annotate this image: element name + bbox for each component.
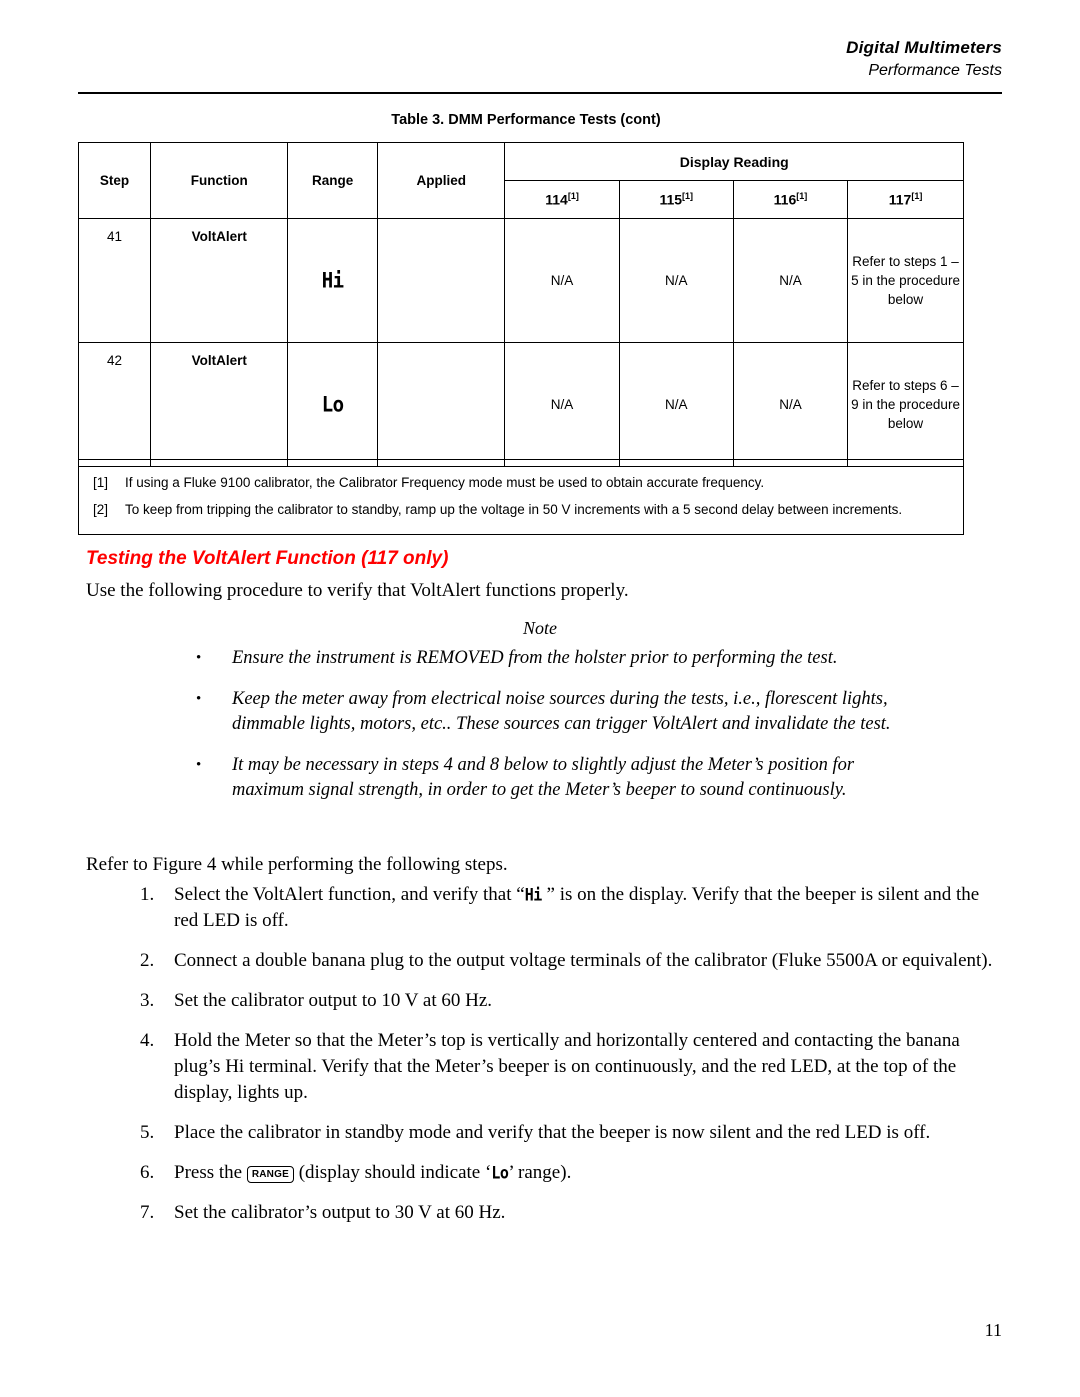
model-label-114: 114 — [545, 191, 568, 208]
step-number: 3. — [140, 990, 155, 1011]
table-footnotes: [1] If using a Fluke 9100 calibrator, th… — [78, 459, 964, 535]
cell-reading-116: N/A — [732, 342, 849, 467]
procedure-step: 4. Hold the Meter so that the Meter’s to… — [140, 1028, 1000, 1106]
cell-reading-115: N/A — [618, 342, 734, 467]
note-bullet-item: • It may be necessary in steps 4 and 8 b… — [196, 753, 896, 803]
step-text: Hold the Meter so that the Meter’s top i… — [174, 1030, 960, 1103]
procedure-step: 2. Connect a double banana plug to the o… — [140, 948, 1000, 974]
step-text-mid: (display should indicate ‘ — [293, 1162, 492, 1183]
cell-reading-117: Refer to steps 6 – 9 in the procedure be… — [847, 342, 964, 467]
footnote-text: To keep from tripping the calibrator to … — [125, 502, 903, 517]
step-text: Connect a double banana plug to the outp… — [174, 950, 993, 971]
page-number: 11 — [984, 1320, 1002, 1340]
model-note-117: [1] — [911, 191, 923, 202]
cell-function: VoltAlert — [150, 218, 289, 343]
model-label-115: 115 — [659, 191, 683, 208]
section-heading: Testing the VoltAlert Function (117 only… — [86, 548, 449, 569]
step-number: 2. — [140, 950, 155, 971]
note-bullet-text: Keep the meter away from electrical nois… — [232, 689, 891, 734]
model-label-117: 117 — [888, 191, 912, 208]
lcd-range-value: Lo — [321, 392, 344, 417]
step-text: Place the calibrator in standby mode and… — [174, 1122, 931, 1143]
procedure-steps-list: 1. Select the VoltAlert function, and ve… — [140, 882, 1000, 1240]
section-intro-paragraph: Use the following procedure to verify th… — [86, 580, 629, 601]
note-bullet-text: Ensure the instrument is REMOVED from th… — [232, 648, 838, 668]
procedure-step: 1. Select the VoltAlert function, and ve… — [140, 882, 1000, 934]
column-header-display-reading: Display Reading — [504, 142, 964, 181]
cell-reading-115: N/A — [618, 218, 734, 343]
model-label-116: 116 — [773, 191, 797, 208]
cell-range: Lo — [287, 342, 378, 467]
procedure-step: 5. Place the calibrator in standby mode … — [140, 1120, 1000, 1146]
step-text: Set the calibrator output to 10 V at 60 … — [174, 990, 493, 1011]
dmm-performance-table: Step Function Range Applied Display Read… — [77, 142, 964, 467]
step-number: 1. — [140, 884, 155, 905]
footnote-item: [1] If using a Fluke 9100 calibrator, th… — [79, 469, 963, 496]
header-subtitle: Performance Tests — [868, 62, 1002, 79]
step-text-before: Select the VoltAlert function, and verif… — [174, 884, 525, 905]
table-body: 41 VoltAlert Hi N/A N/A N/A Refer to ste… — [77, 218, 964, 467]
lcd-hi-glyph: Hi — [524, 885, 543, 905]
lcd-lo-glyph: Lo — [491, 1163, 509, 1183]
header-divider — [78, 92, 1002, 94]
footnote-marker: [2] — [93, 502, 109, 517]
footnote-text: If using a Fluke 9100 calibrator, the Ca… — [125, 475, 765, 490]
cell-reading-116: N/A — [732, 218, 849, 343]
step-text-after: ’ range). — [508, 1162, 572, 1183]
model-note-115: [1] — [682, 191, 694, 202]
cell-reading-114: N/A — [504, 218, 620, 343]
model-note-116: [1] — [796, 191, 808, 202]
column-header-step: Step — [77, 142, 152, 219]
column-header-range: Range — [287, 142, 378, 219]
cell-applied — [376, 342, 506, 467]
column-header-model-114: 114[1] — [504, 180, 620, 219]
lcd-range-value: Hi — [321, 268, 344, 293]
table-caption: Table 3. DMM Performance Tests (cont) — [391, 112, 661, 128]
note-bullet-item: • Keep the meter away from electrical no… — [196, 687, 896, 737]
step-number: 6. — [140, 1162, 155, 1183]
table-row: 42 VoltAlert Lo N/A N/A N/A Refer to ste… — [77, 342, 964, 467]
bullet-icon: • — [196, 757, 202, 773]
cell-range: Hi — [287, 218, 378, 343]
bullet-icon: • — [196, 650, 202, 666]
model-note-114: [1] — [567, 191, 579, 202]
page-header: Digital Multimeters Performance Tests — [846, 38, 1002, 80]
footnote-item: [2] To keep from tripping the calibrator… — [79, 496, 963, 523]
column-header-model-117: 117[1] — [847, 180, 964, 219]
procedure-step: 6. Press the RANGE (display should indic… — [140, 1160, 1000, 1186]
step-text: Set the calibrator’s output to 30 V at 6… — [174, 1202, 506, 1223]
cell-step: 41 — [77, 218, 152, 343]
table-row: 41 VoltAlert Hi N/A N/A N/A Refer to ste… — [77, 218, 964, 343]
column-header-applied: Applied — [376, 142, 506, 219]
note-bullet-list: • Ensure the instrument is REMOVED from … — [196, 646, 896, 819]
step-number: 7. — [140, 1202, 155, 1223]
header-title: Digital Multimeters — [846, 38, 1002, 57]
procedure-step: 7. Set the calibrator’s output to 30 V a… — [140, 1200, 1000, 1226]
step-number: 5. — [140, 1122, 155, 1143]
footnote-marker: [1] — [93, 475, 109, 490]
cell-reading-114: N/A — [504, 342, 620, 467]
step-text-before: Press the — [174, 1162, 247, 1183]
note-bullet-item: • Ensure the instrument is REMOVED from … — [196, 646, 896, 671]
step-text: Select the VoltAlert function, and verif… — [174, 882, 1000, 934]
refer-to-figure-paragraph: Refer to Figure 4 while performing the f… — [86, 854, 508, 875]
cell-applied — [376, 218, 506, 343]
range-button-glyph[interactable]: RANGE — [246, 1166, 294, 1183]
table-header: Step Function Range Applied Display Read… — [77, 142, 964, 219]
column-header-model-116: 116[1] — [732, 180, 849, 219]
bullet-icon: • — [196, 691, 202, 707]
cell-function: VoltAlert — [150, 342, 289, 467]
note-bullet-text: It may be necessary in steps 4 and 8 bel… — [232, 755, 855, 800]
note-label: Note — [523, 618, 557, 638]
cell-step: 42 — [77, 342, 152, 467]
column-header-function: Function — [150, 142, 289, 219]
step-number: 4. — [140, 1030, 155, 1051]
cell-reading-117: Refer to steps 1 – 5 in the procedure be… — [847, 218, 964, 343]
column-header-model-115: 115[1] — [618, 180, 734, 219]
procedure-step: 3. Set the calibrator output to 10 V at … — [140, 988, 1000, 1014]
step-text: Press the RANGE (display should indicate… — [174, 1160, 1000, 1186]
